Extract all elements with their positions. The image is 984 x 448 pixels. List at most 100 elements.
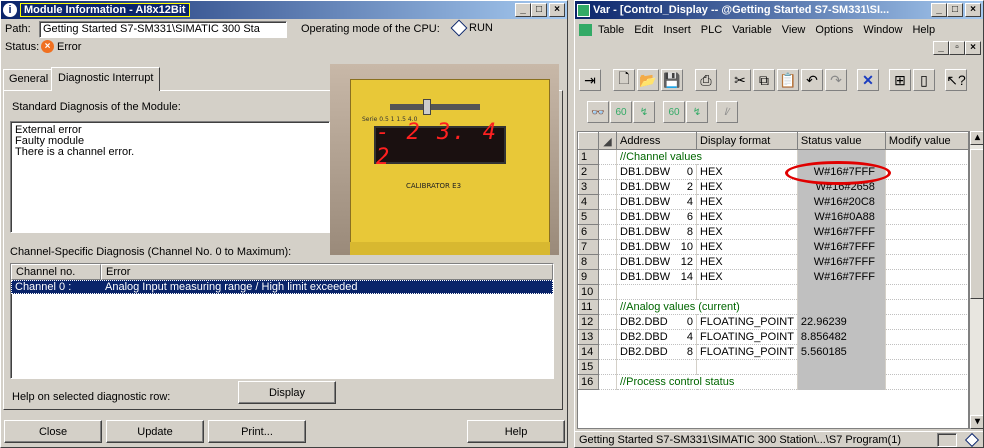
row-marker[interactable] (598, 284, 617, 300)
row-marker[interactable] (598, 179, 617, 195)
row-marker[interactable] (598, 344, 617, 360)
cut-icon[interactable]: ✂ (729, 69, 751, 91)
row-number[interactable]: 12 (578, 314, 599, 330)
row-number[interactable]: 8 (578, 254, 599, 270)
status-value-cell[interactable]: 22.96239 (797, 314, 886, 330)
row-marker[interactable] (598, 224, 617, 240)
path-field[interactable]: Getting Started S7-SM331\SIMATIC 300 Sta (39, 21, 287, 38)
channel-diag-list[interactable]: Channel no. Error Channel 0 : Analog Inp… (10, 263, 554, 379)
menu-variable[interactable]: Variable (732, 24, 772, 36)
network-icon[interactable]: ⊞ (889, 69, 911, 91)
row-number[interactable]: 14 (578, 344, 599, 360)
comment-cell[interactable]: //Process control status (616, 374, 798, 390)
minimize-button[interactable]: _ (931, 3, 947, 17)
var-row[interactable]: 10 (578, 284, 968, 300)
channel-row[interactable]: Channel 0 : Analog Input measuring range… (11, 280, 553, 294)
modify-value-cell[interactable] (885, 224, 968, 240)
column-header-status-value[interactable]: Status value (796, 132, 886, 150)
print-icon[interactable]: ⎙ (695, 69, 717, 91)
menu-view[interactable]: View (782, 24, 806, 36)
modify-value-cell[interactable] (885, 269, 968, 285)
maximize-button[interactable]: □ (947, 3, 963, 17)
modify-value-cell[interactable] (885, 359, 968, 375)
display-format-cell[interactable] (696, 284, 798, 300)
address-cell[interactable]: DB1.DBW 8 (616, 224, 697, 240)
modify-value-cell[interactable] (885, 374, 968, 390)
save-icon[interactable]: 💾 (661, 69, 683, 91)
status-value-cell[interactable]: W#16#0A88 (797, 209, 886, 225)
var-row[interactable]: 1 //Channel values (578, 149, 968, 165)
modify-value-cell[interactable] (885, 209, 968, 225)
row-number[interactable]: 7 (578, 239, 599, 255)
var-row[interactable]: 9 DB1.DBW 14 HEX W#16#7FFF (578, 269, 968, 285)
status-value-cell[interactable]: 5.560185 (797, 344, 886, 360)
address-cell[interactable] (616, 284, 697, 300)
var-row[interactable]: 14 DB2.DBD 8 FLOATING_POINT 5.560185 (578, 344, 968, 360)
mdi-close-button[interactable]: × (965, 41, 981, 55)
address-cell[interactable]: DB1.DBW 6 (616, 209, 697, 225)
row-number[interactable]: 10 (578, 284, 599, 300)
modify-variable-icon[interactable]: ↯ (633, 101, 655, 123)
update-monitor-icon[interactable]: 60 (663, 101, 685, 123)
var-row[interactable]: 16 //Process control status (578, 374, 968, 390)
display-format-cell[interactable]: HEX (696, 179, 798, 195)
column-header-address[interactable]: Address (616, 132, 697, 150)
row-number[interactable]: 13 (578, 329, 599, 345)
monitor-variable-icon[interactable]: 60 (610, 101, 632, 123)
display-format-cell[interactable]: HEX (696, 164, 798, 180)
display-format-cell[interactable]: HEX (696, 254, 798, 270)
modify-value-cell[interactable] (885, 344, 968, 360)
row-marker[interactable] (598, 194, 617, 210)
menu-window[interactable]: Window (863, 24, 902, 36)
row-number[interactable]: 6 (578, 224, 599, 240)
open-icon[interactable]: 📂 (637, 69, 659, 91)
display-format-cell[interactable]: FLOATING_POINT (696, 344, 798, 360)
copy-icon[interactable]: ⧉ (753, 69, 775, 91)
var-row[interactable]: 5 DB1.DBW 6 HEX W#16#0A88 (578, 209, 968, 225)
menu-edit[interactable]: Edit (634, 24, 653, 36)
row-number[interactable]: 4 (578, 194, 599, 210)
var-row[interactable]: 15 (578, 359, 968, 375)
var-row[interactable]: 8 DB1.DBW 12 HEX W#16#7FFF (578, 254, 968, 270)
update-button[interactable]: Update (106, 420, 204, 443)
modify-value-cell[interactable] (885, 329, 968, 345)
row-marker[interactable] (598, 299, 617, 315)
status-value-cell[interactable]: W#16#7FFF (797, 254, 886, 270)
row-marker[interactable] (598, 359, 617, 375)
modify-value-cell[interactable] (885, 284, 968, 300)
status-value-cell[interactable] (797, 284, 886, 300)
column-header-error[interactable]: Error (101, 264, 553, 280)
context-help-icon[interactable]: ↖? (945, 69, 967, 91)
var-titlebar[interactable]: Var - [Control_Display -- @Getting Start… (575, 1, 983, 19)
row-marker[interactable] (598, 329, 617, 345)
comment-cell[interactable]: //Channel values (616, 149, 798, 165)
row-number[interactable]: 16 (578, 374, 599, 390)
display-format-cell[interactable]: HEX (696, 224, 798, 240)
address-cell[interactable] (616, 359, 697, 375)
help-button[interactable]: Help (467, 420, 565, 443)
modify-value-cell[interactable] (885, 164, 968, 180)
row-marker[interactable] (598, 164, 617, 180)
menu-plc[interactable]: PLC (701, 24, 722, 36)
address-cell[interactable]: DB2.DBD 0 (616, 314, 697, 330)
maximize-button[interactable]: □ (531, 3, 547, 17)
monitor-icon[interactable]: 👓 (587, 101, 609, 123)
std-diag-list[interactable]: External error Faulty module There is a … (10, 121, 330, 233)
row-number[interactable]: 3 (578, 179, 599, 195)
modify-value-cell[interactable] (885, 194, 968, 210)
activate-modify-icon[interactable]: ↯ (686, 101, 708, 123)
row-marker[interactable] (598, 314, 617, 330)
row-number[interactable]: 15 (578, 359, 599, 375)
column-header-display-format[interactable]: Display format (696, 132, 798, 150)
display-format-cell[interactable]: HEX (696, 239, 798, 255)
status-value-cell[interactable] (797, 299, 886, 315)
address-cell[interactable]: DB1.DBW 14 (616, 269, 697, 285)
undo-icon[interactable]: ↶ (801, 69, 823, 91)
mdi-minimize-button[interactable]: _ (933, 41, 949, 55)
status-value-cell[interactable] (797, 374, 886, 390)
row-marker[interactable] (598, 149, 617, 165)
delete-icon[interactable]: ✕ (857, 69, 879, 91)
address-cell[interactable]: DB2.DBD 8 (616, 344, 697, 360)
status-value-cell[interactable]: W#16#7FFF (797, 269, 886, 285)
tab-diagnostic-interrupt[interactable]: Diagnostic Interrupt (51, 67, 161, 91)
